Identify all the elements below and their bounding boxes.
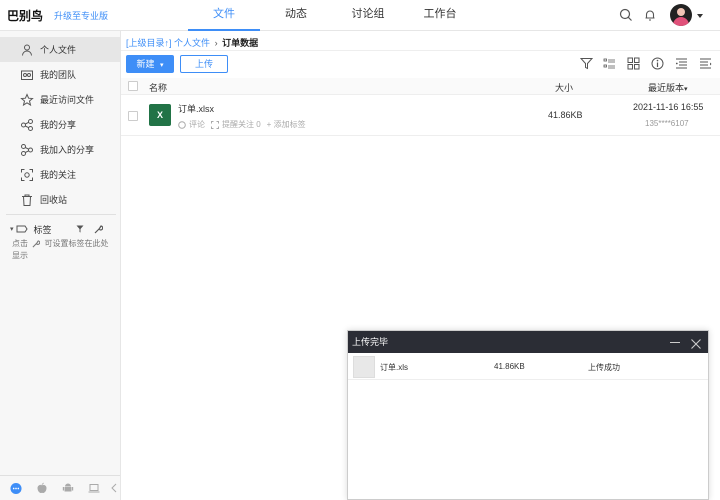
- share-icon: [20, 118, 34, 132]
- file-name[interactable]: 订单.xlsx: [178, 102, 214, 115]
- sort-icon[interactable]: [675, 57, 688, 70]
- chevron-down-icon[interactable]: [697, 14, 703, 18]
- grid-view-icon[interactable]: [627, 57, 640, 70]
- team-icon: [20, 68, 34, 82]
- sidebar-item-label: 我的分享: [40, 120, 77, 130]
- breadcrumb-up[interactable]: [上级目录↑]: [126, 38, 172, 48]
- main-nav: 文件 动态 讨论组 工作台: [188, 0, 476, 31]
- tab-workbench[interactable]: 工作台: [404, 0, 476, 31]
- column-version[interactable]: 最近版本▾: [648, 81, 688, 94]
- tags-header[interactable]: ▾ 标签: [10, 222, 116, 236]
- tags-hint: 点击 可设置标签在此处显示: [12, 238, 112, 262]
- divider: [121, 50, 720, 51]
- upload-file-size: 41.86KB: [494, 362, 525, 371]
- file-thumbnail: [353, 356, 375, 378]
- sidebar-item-recycle-bin[interactable]: 回收站: [0, 187, 120, 212]
- new-button-label: 新建: [136, 59, 155, 69]
- file-size: 41.86KB: [548, 110, 583, 120]
- column-name[interactable]: 名称: [149, 81, 167, 94]
- tab-files[interactable]: 文件: [188, 0, 260, 31]
- filter-icon[interactable]: [579, 57, 594, 70]
- sidebar-footer: [0, 475, 120, 500]
- info-icon[interactable]: [651, 57, 664, 70]
- upload-status: 上传成功: [588, 363, 620, 372]
- upload-file-name: 订单.xls: [380, 363, 408, 372]
- sidebar-item-label: 我的团队: [40, 70, 77, 80]
- chevron-down-icon: ▾: [684, 86, 688, 93]
- add-tag-link[interactable]: + 添加标签: [267, 119, 306, 130]
- sidebar-divider: [6, 214, 116, 215]
- table-row[interactable]: X 订单.xlsx 评论 提醒关注 0 + 添加标签 41.86KB 2021-…: [121, 96, 720, 136]
- sidebar-item-personal-files[interactable]: 个人文件: [0, 37, 120, 62]
- sidebar-item-recent[interactable]: 最近访问文件: [0, 87, 120, 112]
- search-icon[interactable]: [619, 8, 633, 22]
- file-user: 135****6107: [645, 119, 689, 128]
- breadcrumb: [上级目录↑] 个人文件 › 订单数据: [126, 36, 258, 49]
- upload-item: 订单.xls 41.86KB 上传成功: [348, 354, 708, 380]
- tag-icon: [16, 225, 28, 233]
- tab-activity[interactable]: 动态: [260, 0, 332, 31]
- tab-discussion[interactable]: 讨论组: [332, 0, 404, 31]
- focus-icon: [211, 120, 219, 129]
- remind-link[interactable]: 提醒关注 0: [222, 119, 261, 130]
- apple-icon[interactable]: [36, 482, 48, 494]
- laptop-icon[interactable]: [88, 482, 100, 494]
- sidebar-item-label: 个人文件: [40, 45, 77, 55]
- table-header: 名称 大小 最近版本▾: [121, 78, 720, 95]
- sidebar-item-label: 我的关注: [40, 170, 77, 180]
- excel-file-icon: X: [149, 104, 171, 126]
- top-bar: 巴别鸟 升级至专业版 文件 动态 讨论组 工作台: [0, 0, 720, 31]
- tags-title: 标签: [33, 224, 52, 235]
- column-size[interactable]: 大小: [555, 81, 573, 94]
- sidebar-item-label: 最近访问文件: [40, 95, 95, 105]
- user-icon: [20, 43, 34, 57]
- file-date: 2021-11-16 16:55: [633, 102, 704, 112]
- sidebar: 个人文件 我的团队 最近访问文件 我的分享 我加入的分享 我的关注 回收站 ▾ …: [0, 31, 121, 500]
- joined-share-icon: [20, 143, 34, 157]
- android-icon[interactable]: [62, 482, 74, 494]
- sidebar-item-my-team[interactable]: 我的团队: [0, 62, 120, 87]
- sidebar-item-my-follows[interactable]: 我的关注: [0, 162, 120, 187]
- caret-down-icon[interactable]: ▾: [10, 225, 14, 233]
- sidebar-item-my-shares[interactable]: 我的分享: [0, 112, 120, 137]
- upload-panel: 上传完毕 订单.xls 41.86KB 上传成功: [347, 330, 709, 500]
- chat-icon[interactable]: [10, 482, 22, 495]
- list-view-icon[interactable]: [603, 57, 616, 70]
- upload-panel-title: 上传完毕: [352, 337, 389, 347]
- breadcrumb-parent[interactable]: 个人文件: [174, 38, 210, 48]
- breadcrumb-separator: ›: [214, 38, 218, 48]
- wrench-icon: [32, 240, 41, 248]
- upload-button[interactable]: 上传: [180, 55, 228, 73]
- comment-link[interactable]: 评论: [189, 119, 205, 130]
- collapse-icon[interactable]: [108, 482, 120, 494]
- close-icon[interactable]: [690, 336, 702, 349]
- sidebar-item-label: 我加入的分享: [40, 145, 95, 155]
- sidebar-item-label: 回收站: [40, 195, 68, 205]
- select-all-checkbox[interactable]: [128, 81, 138, 91]
- new-button[interactable]: 新建 ▾: [126, 55, 174, 73]
- minimize-icon[interactable]: [670, 342, 680, 343]
- chevron-down-icon: ▾: [160, 62, 164, 69]
- avatar[interactable]: [670, 4, 692, 26]
- focus-icon: [20, 168, 34, 182]
- row-checkbox[interactable]: [128, 111, 138, 121]
- tags-hint-prefix: 点击: [12, 239, 28, 248]
- trash-icon: [20, 193, 34, 207]
- comment-icon[interactable]: [178, 120, 186, 129]
- brand-logo: 巴别鸟: [7, 9, 44, 23]
- file-meta: 评论 提醒关注 0 + 添加标签: [178, 119, 312, 130]
- breadcrumb-current: 订单数据: [222, 38, 259, 48]
- filter-icon[interactable]: [76, 225, 84, 233]
- column-version-label: 最近版本: [648, 83, 685, 93]
- sidebar-item-joined-shares[interactable]: 我加入的分享: [0, 137, 120, 162]
- star-icon: [20, 92, 34, 107]
- upgrade-link[interactable]: 升级至专业版: [54, 9, 108, 22]
- menu-icon[interactable]: [699, 57, 712, 70]
- wrench-icon[interactable]: [94, 224, 103, 234]
- upload-panel-header: 上传完毕: [348, 331, 708, 353]
- bell-icon[interactable]: [643, 8, 657, 22]
